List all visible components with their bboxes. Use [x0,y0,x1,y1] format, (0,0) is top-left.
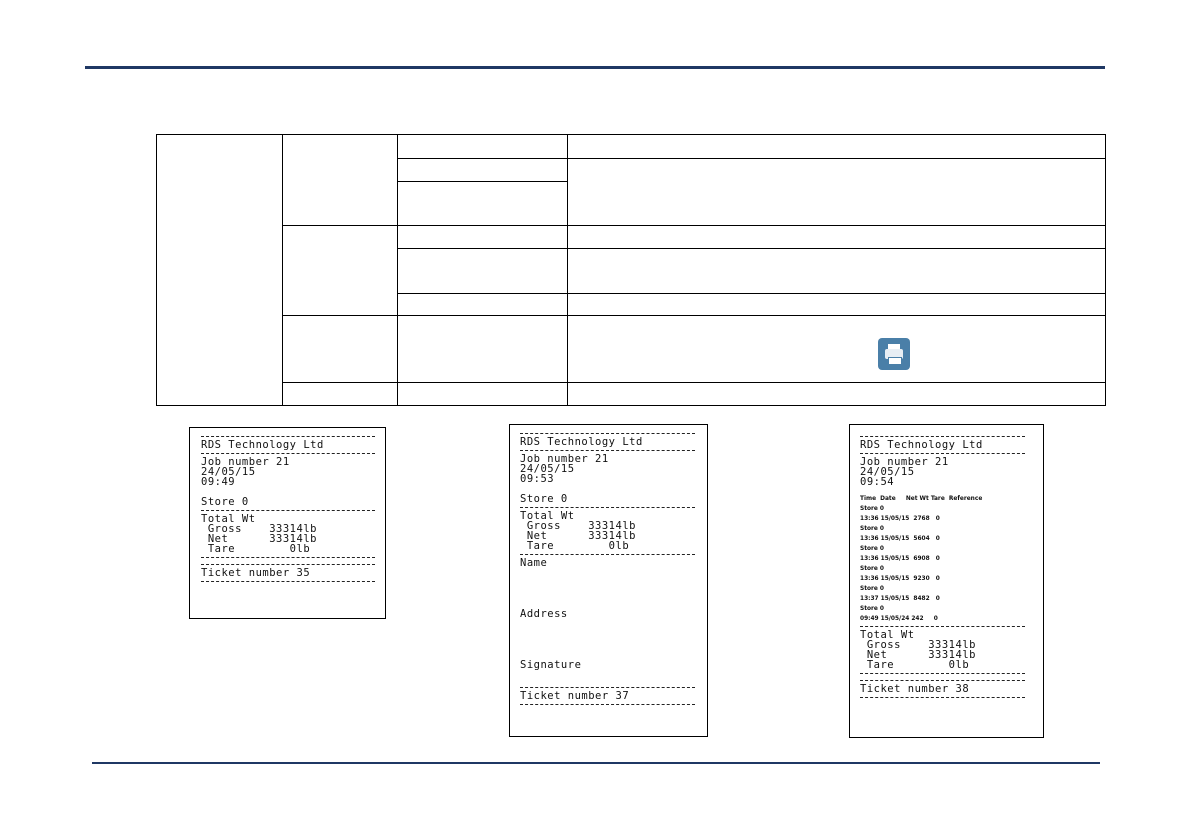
table-cell [567,382,1106,406]
ticket-log-store: Store 0 [860,564,884,572]
table-cell [397,293,568,316]
table-cell-group [156,134,283,406]
table-cell-subgroup-2 [282,225,398,316]
ticket-sample-2: RDS Technology Ltd Job number 21 24/05/1… [509,424,708,737]
ticket-company: RDS Technology Ltd [201,439,324,451]
ticket-log-list: Store 0 13:36 15/05/15 2768 0 Store 0 13… [860,503,1025,623]
ticket-log-store: Store 0 [860,504,884,512]
ticket-number: Ticket number 37 [520,690,630,702]
table-cell [397,382,568,406]
table-cell [397,158,568,182]
ticket-log-store: Store 0 [860,604,884,612]
ticket-number: Ticket number 35 [201,567,311,579]
table-cell [282,382,398,406]
ticket-time: 09:53 [520,473,555,485]
ticket-store: Store 0 [520,493,568,505]
ticket-tare: Tare 0lb [520,540,630,552]
table-cell-subgroup-1 [282,134,398,226]
footer-rule [92,762,1100,764]
ticket-log-row: 09:49 15/05/24 242 0 [860,614,938,622]
ticket-tare: Tare 0lb [201,543,311,555]
table-cell [567,225,1106,249]
ticket-store: Store 0 [201,496,249,508]
header-rule [85,66,1105,69]
ticket-log-row: 13:36 15/05/15 9230 0 [860,574,940,582]
ticket-address-label: Address [520,608,568,620]
table-cell [397,181,568,226]
table-cell [397,248,568,294]
table-cell [567,248,1106,294]
ticket-sample-1: RDS Technology Ltd Job number 21 24/05/1… [189,427,386,619]
ticket-log-header: Time Date Net Wt Tare Reference [860,494,983,502]
ticket-log-store: Store 0 [860,544,884,552]
ticket-log-row: 13:37 15/05/15 8482 0 [860,594,940,602]
ticket-company: RDS Technology Ltd [520,436,643,448]
ticket-log-row: 13:36 15/05/15 2768 0 [860,514,940,522]
printer-icon [878,338,910,370]
table-cell-subgroup-3 [282,315,398,383]
table-cell-print [567,315,1106,383]
ticket-log-store: Store 0 [860,524,884,532]
table-cell [397,225,568,249]
ticket-time: 09:49 [201,476,236,488]
ticket-tare: Tare 0lb [860,659,970,671]
settings-table [156,134,1106,406]
ticket-time: 09:54 [860,476,895,488]
ticket-company: RDS Technology Ltd [860,439,983,451]
table-cell [567,158,1106,226]
table-cell [567,134,1106,159]
ticket-log-row: 13:36 15/05/15 6908 0 [860,554,940,562]
table-cell [397,315,568,383]
table-cell [567,293,1106,316]
ticket-number: Ticket number 38 [860,683,970,695]
ticket-name-label: Name [520,557,548,569]
ticket-signature-label: Signature [520,659,582,671]
table-cell [397,134,568,159]
ticket-log-store: Store 0 [860,584,884,592]
ticket-log-row: 13:36 15/05/15 5604 0 [860,534,940,542]
ticket-sample-3: RDS Technology Ltd Job number 21 24/05/1… [849,424,1044,738]
